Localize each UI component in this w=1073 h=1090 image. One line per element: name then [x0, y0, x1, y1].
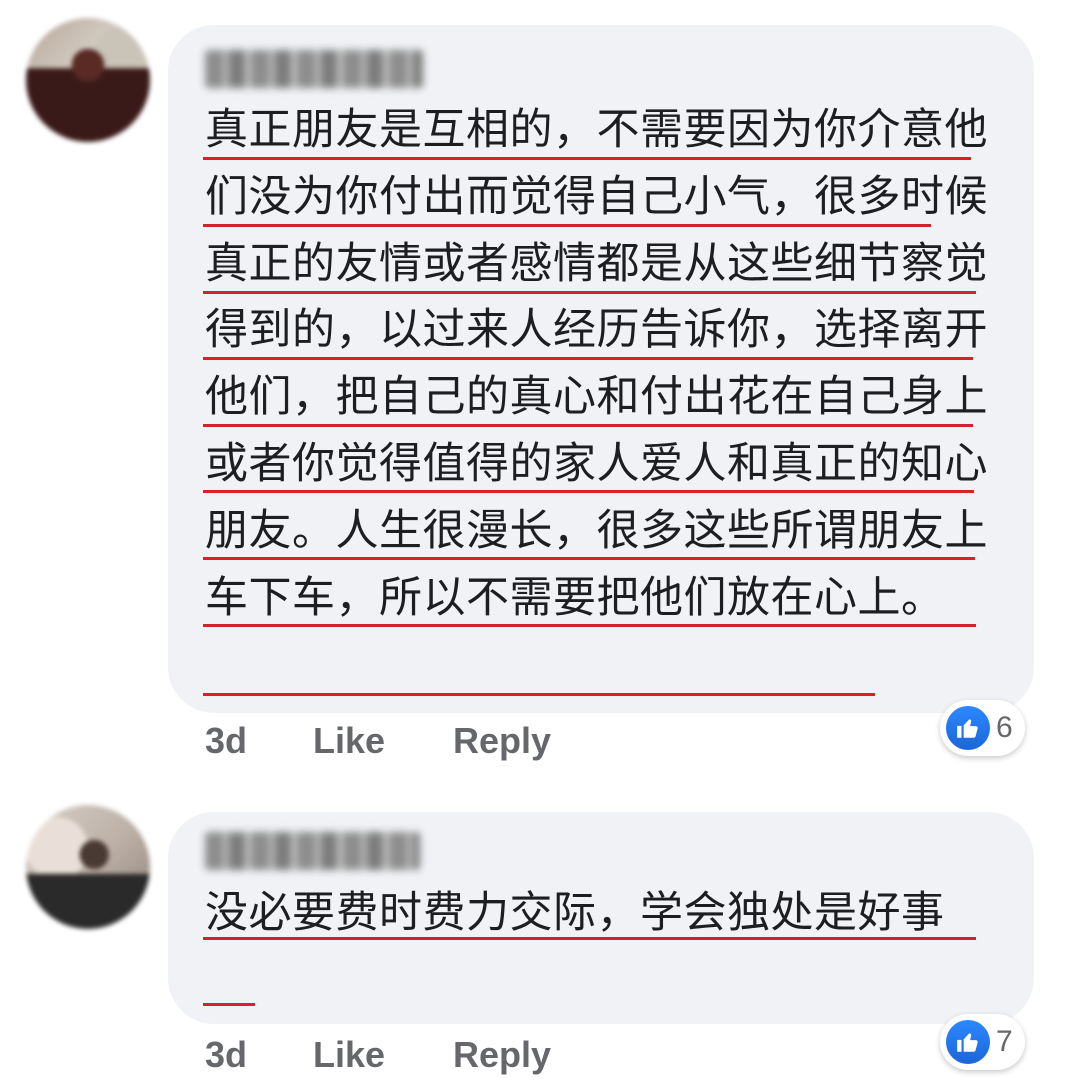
avatar[interactable]: [26, 805, 150, 929]
reaction-badge[interactable]: 7: [940, 1014, 1025, 1070]
comments-thread: 真正朋友是互相的，不需要因为你介意他们没为你付出而觉得自己小气，很多时候真正的友…: [0, 0, 1073, 1090]
comment-timestamp[interactable]: 3d: [205, 720, 313, 762]
like-button[interactable]: Like: [313, 720, 453, 762]
avatar[interactable]: [26, 18, 150, 142]
reply-button[interactable]: Reply: [453, 1034, 551, 1076]
reaction-count: 6: [996, 711, 1013, 744]
red-underline: [203, 157, 971, 160]
red-underline: [203, 624, 976, 627]
red-underline: [203, 291, 976, 294]
red-underline: [203, 1003, 255, 1006]
author-name-blurred[interactable]: [205, 832, 420, 870]
comment-actions: 3d Like Reply: [205, 1034, 551, 1076]
red-underline: [203, 490, 974, 493]
like-button[interactable]: Like: [313, 1034, 453, 1076]
red-underline: [203, 224, 931, 227]
red-underline: [203, 937, 976, 940]
red-underline: [203, 424, 973, 427]
author-name-blurred[interactable]: [205, 50, 423, 88]
comment-actions: 3d Like Reply: [205, 720, 551, 762]
thumbs-up-icon: [946, 706, 990, 750]
red-underline: [203, 357, 973, 360]
thumbs-up-icon: [946, 1020, 990, 1064]
comment-text: 真正朋友是互相的，不需要因为你介意他们没为你付出而觉得自己小气，很多时候真正的友…: [205, 105, 988, 623]
reaction-badge[interactable]: 6: [940, 700, 1025, 756]
comment-timestamp[interactable]: 3d: [205, 1034, 313, 1076]
red-underline: [203, 557, 975, 560]
red-underline: [203, 693, 875, 696]
reaction-count: 7: [996, 1025, 1013, 1058]
reply-button[interactable]: Reply: [453, 720, 551, 762]
